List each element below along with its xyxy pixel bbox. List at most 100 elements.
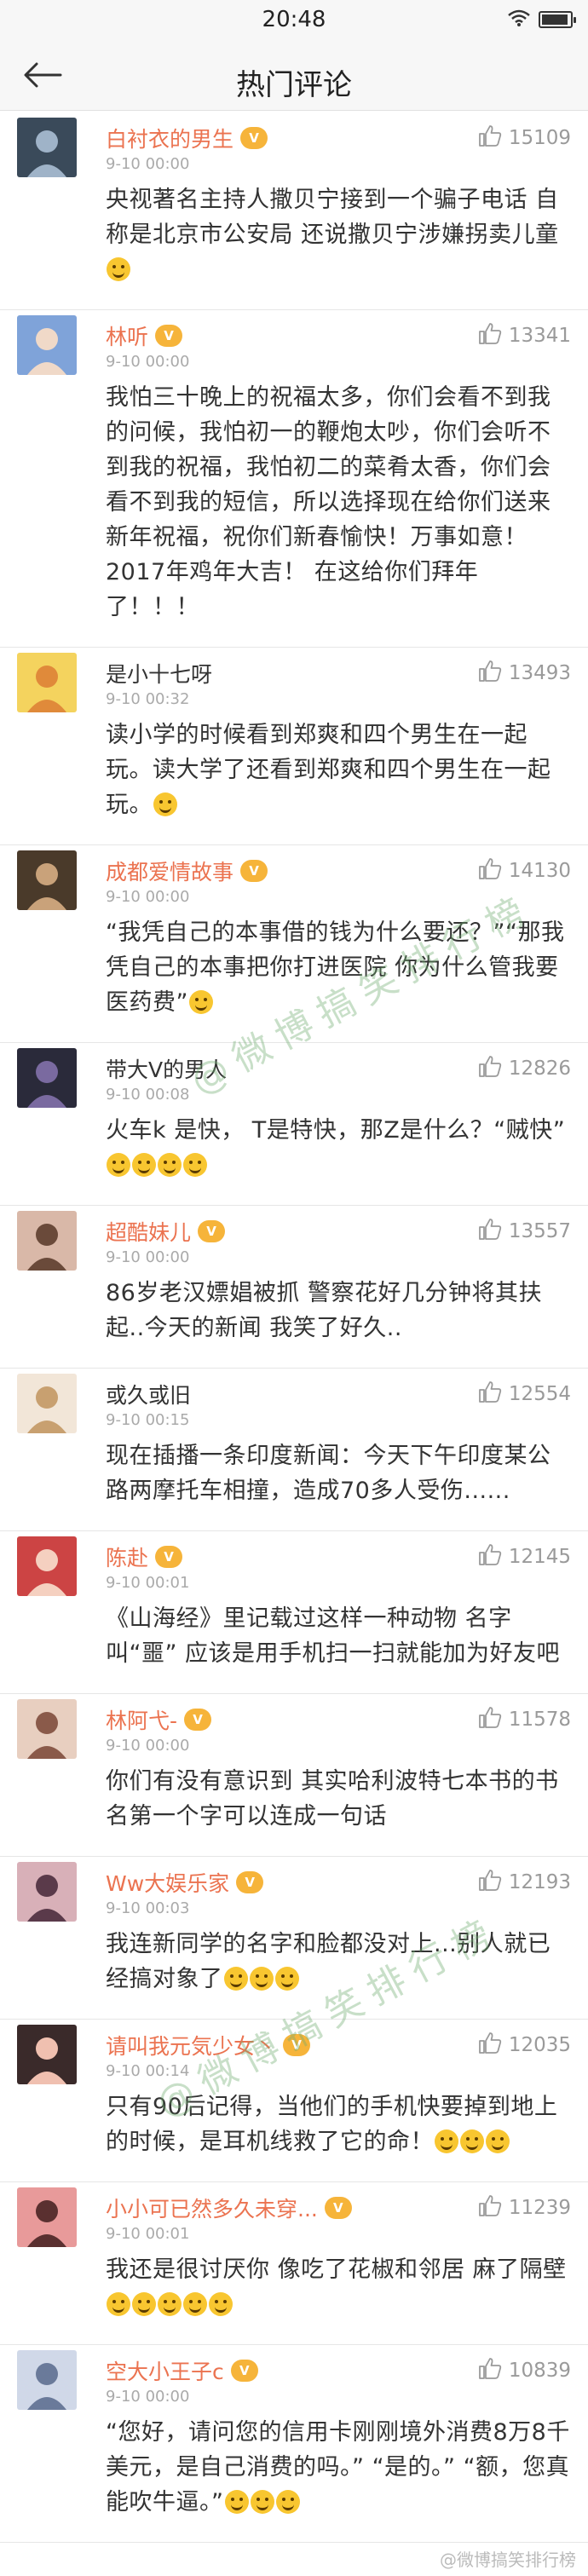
comment-text: 我还是很讨厌你 像吃了花椒和邻居 麻了隔壁: [106, 2252, 571, 2322]
avatar[interactable]: [17, 1048, 77, 1108]
user-name[interactable]: Ww大娱乐家: [106, 1867, 229, 1898]
comment-time: 9-10 00:01: [106, 2225, 190, 2243]
avatar[interactable]: [17, 653, 77, 712]
user-name[interactable]: 是小十七呀: [106, 658, 212, 689]
like-count: 15109: [508, 127, 571, 149]
user-name[interactable]: 林听: [106, 320, 148, 351]
comment-text: 我连新同学的名字和脸都没对上...别人就已经搞对象了: [106, 1927, 571, 1997]
avatar[interactable]: [17, 2350, 77, 2410]
user-name[interactable]: 小小可已然多久未穿...: [106, 2193, 318, 2223]
comment-item[interactable]: 超酷妹儿 V 13557 9-10 00:00 86岁老汉嫖娼被抓 警察花好几分钟将其扶…: [0, 1206, 588, 1369]
like-button[interactable]: 14130: [478, 857, 571, 885]
avatar[interactable]: [17, 850, 77, 910]
comment-item[interactable]: 白衬衣的男生 V 15109 9-10 00:00 央视著名主持人撒贝宁接到一个骗子电话…: [0, 112, 588, 310]
comment-body: 我怕三十晚上的祝福太多，你们会看不到我的问候，我怕初一的鞭炮太吵，你们会听不到我…: [106, 384, 551, 620]
comment-item[interactable]: 带大V的男人 12826 9-10 00:08 火车k 是快， T是特快，那Z是什么？…: [0, 1043, 588, 1206]
comment-item[interactable]: 请叫我元気少女丶 V 12035 9-10 00:14 只有90后记得，当他们的手机快要…: [0, 2020, 588, 2182]
like-button[interactable]: 12554: [478, 1380, 571, 1408]
avatar[interactable]: [17, 118, 77, 177]
comment-time: 9-10 00:08: [106, 1086, 190, 1104]
avatar[interactable]: [17, 1211, 77, 1271]
user-name[interactable]: 林阿弋-: [106, 1704, 177, 1735]
comment-item[interactable]: Ww大娱乐家 V 12193 9-10 00:03 我连新同学的名字和脸都没对上...别…: [0, 1857, 588, 2020]
emoji-icon: [224, 2490, 249, 2514]
comment-item[interactable]: 空大小王子c V 10839 9-10 00:00 “您好，请问您的信用卡刚刚境外消费8…: [0, 2345, 588, 2543]
emoji-icon: [435, 2129, 458, 2153]
like-button[interactable]: 10839: [478, 2357, 571, 2384]
comment-body: 《山海经》里记载过这样一种动物 名字叫“噩” 应该是用手机扫一扫就能加为好友吧: [106, 1605, 561, 1667]
emoji-icon: [250, 2490, 274, 2514]
comment-header: 林听 V 13341: [106, 317, 571, 354]
user-name[interactable]: 请叫我元気少女丶: [106, 2030, 276, 2060]
like-button[interactable]: 12035: [478, 2031, 571, 2059]
comment-text: 火车k 是快， T是特快，那Z是什么？“贼快”: [106, 1113, 571, 1183]
like-button[interactable]: 12826: [478, 1055, 571, 1082]
wifi-icon: [508, 9, 530, 30]
vip-badge-icon: V: [198, 1220, 226, 1242]
emoji-icon: [183, 1153, 207, 1177]
comment-header: 超酷妹儿 V 13557: [106, 1213, 571, 1250]
comment-body: 央视著名主持人撒贝宁接到一个骗子电话 自称是北京市公安局 还说撒贝宁涉嫌拐卖儿童: [106, 187, 559, 248]
vip-badge-icon: V: [155, 1546, 183, 1568]
comment-item[interactable]: 林阿弋- V 11578 9-10 00:00 你们有没有意识到 其实哈利波特七本书的书…: [0, 1694, 588, 1857]
like-button[interactable]: 15109: [478, 124, 571, 152]
user-name[interactable]: 白衬衣的男生: [106, 123, 233, 153]
like-button[interactable]: 13341: [478, 322, 571, 349]
user-name[interactable]: 空大小王子c: [106, 2355, 224, 2386]
emoji-icon: [158, 2292, 182, 2316]
thumbs-up-icon: [478, 124, 502, 152]
comment-text: 《山海经》里记载过这样一种动物 名字叫“噩” 应该是用手机扫一扫就能加为好友吧: [106, 1601, 571, 1671]
comment-item[interactable]: 林听 V 13341 9-10 00:00 我怕三十晚上的祝福太多，你们会看不到我的问候…: [0, 310, 588, 648]
like-count: 12193: [508, 1871, 571, 1893]
comment-text: “我凭自己的本事借的钱为什么要还？”“那我凭自己的本事把你打进医院 你为什么管我…: [106, 915, 571, 1020]
comment-item[interactable]: 陈赴 V 12145 9-10 00:01 《山海经》里记载过这样一种动物 名字叫“噩”…: [0, 1531, 588, 1694]
user-name[interactable]: 或久或旧: [106, 1379, 191, 1409]
thumbs-up-icon: [478, 2194, 502, 2222]
avatar[interactable]: [17, 2187, 77, 2247]
thumbs-up-icon: [478, 1706, 502, 1733]
avatar[interactable]: [17, 1536, 77, 1596]
avatar[interactable]: [17, 315, 77, 375]
like-count: 13557: [508, 1220, 571, 1242]
comment-header: 小小可已然多久未穿... V 11239: [106, 2189, 571, 2227]
emoji-icon: [158, 1153, 182, 1177]
like-button[interactable]: 12193: [478, 1869, 571, 1896]
comment-header: 空大小王子c V 10839: [106, 2352, 571, 2389]
emoji-icon: [107, 1153, 130, 1177]
like-button[interactable]: 11578: [478, 1706, 571, 1733]
comment-header: Ww大娱乐家 V 12193: [106, 1864, 571, 1901]
like-button[interactable]: 13557: [478, 1218, 571, 1245]
avatar[interactable]: [17, 1862, 77, 1922]
like-count: 10839: [508, 2360, 571, 2382]
emoji-icon: [275, 2490, 300, 2514]
comment-item[interactable]: 是小十七呀 13493 9-10 00:32 读小学的时候看到郑爽和四个男生在一起玩。…: [0, 648, 588, 845]
emoji-icon: [274, 1967, 299, 1991]
avatar[interactable]: [17, 2025, 77, 2084]
user-name[interactable]: 带大V的男人: [106, 1053, 227, 1084]
status-icons: [508, 9, 576, 30]
like-count: 11578: [508, 1709, 571, 1731]
comment-header: 带大V的男人 12826: [106, 1050, 571, 1087]
comment-body: 我连新同学的名字和脸都没对上...别人就已经搞对象了: [106, 1931, 551, 1992]
emoji-icon: [209, 2292, 233, 2316]
comment-time: 9-10 00:01: [106, 1574, 190, 1592]
like-button[interactable]: 13493: [478, 660, 571, 687]
like-button[interactable]: 12145: [478, 1543, 571, 1570]
thumbs-up-icon: [478, 1869, 502, 1896]
avatar[interactable]: [17, 1699, 77, 1759]
comment-header: 请叫我元気少女丶 V 12035: [106, 2026, 571, 2064]
comment-item[interactable]: 成都爱情故事 V 14130 9-10 00:00 “我凭自己的本事借的钱为什么要还？”…: [0, 845, 588, 1043]
vip-badge-icon: V: [324, 2197, 352, 2219]
avatar[interactable]: [17, 1374, 77, 1433]
comment-item[interactable]: 小小可已然多久未穿... V 11239 9-10 00:01 我还是很讨厌你 像吃了花…: [0, 2182, 588, 2345]
comment-item[interactable]: 或久或旧 12554 9-10 00:15 现在插播一条印度新闻：今天下午印度某公路两…: [0, 1369, 588, 1531]
vip-badge-icon: V: [283, 2034, 311, 2056]
like-button[interactable]: 11239: [478, 2194, 571, 2222]
user-name[interactable]: 成都爱情故事: [106, 856, 233, 886]
thumbs-up-icon: [478, 857, 502, 885]
user-name[interactable]: 超酷妹儿: [106, 1216, 191, 1247]
emoji-icon: [107, 2292, 130, 2316]
user-name[interactable]: 陈赴: [106, 1542, 148, 1572]
battery-icon: [539, 11, 576, 28]
emoji-icon: [132, 1153, 156, 1177]
